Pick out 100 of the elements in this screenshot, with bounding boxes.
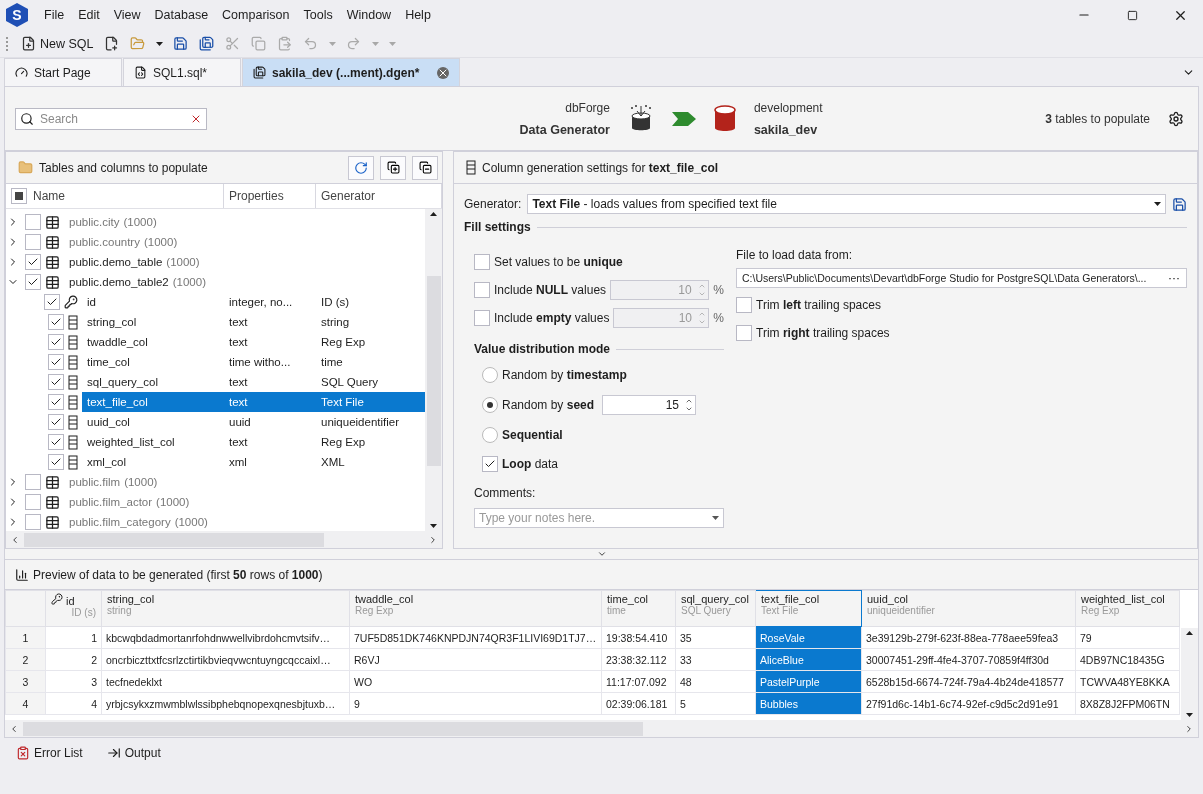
menu-item[interactable]: Edit [72,5,106,25]
generator-dropdown[interactable]: Text File - loads values from specified text file [527,194,1166,214]
checkbox[interactable] [44,294,60,310]
tree-row[interactable]: public.film (1000) [6,472,425,492]
scroll-down-icon[interactable] [430,524,437,528]
column-row[interactable]: weighted_list_col text Reg Exp [82,432,425,452]
column-header[interactable]: Generator [321,189,376,203]
tree-row[interactable]: text_file_col text Text File [6,392,425,412]
column-header[interactable]: time_col time [601,590,676,627]
column-row[interactable]: string_col text string [82,312,425,332]
column-header[interactable]: weighted_list_col Reg Exp [1075,590,1180,627]
scroll-right-icon[interactable] [428,534,438,545]
tree-row[interactable]: xml_col xml XML [6,452,425,472]
checkbox[interactable] [25,234,41,250]
tree-row[interactable]: time_col time witho... time [6,352,425,372]
menu-item[interactable]: File [38,5,71,25]
menu-item[interactable]: View [107,5,147,25]
checkbox[interactable] [25,514,41,530]
checkbox[interactable] [474,282,490,298]
radio-button[interactable] [482,397,498,413]
search-field[interactable]: Search [15,107,207,130]
column-row[interactable]: xml_col xml XML [82,452,425,472]
menu-item[interactable]: Database [148,5,215,25]
save-icon[interactable] [1172,196,1187,212]
close-icon[interactable] [437,66,449,79]
checkbox[interactable] [482,456,498,472]
checkbox[interactable] [25,254,41,270]
expand-all-button[interactable] [380,155,406,180]
checkbox[interactable] [25,214,41,230]
scroll-right-icon[interactable] [1184,723,1194,734]
tree-row[interactable]: uuid_col uuid uniqueidentifier [6,412,425,432]
checkbox[interactable] [474,310,490,326]
splitter-handle[interactable] [596,549,607,559]
tool-window-tab[interactable]: Output [106,746,161,760]
checkbox[interactable] [48,434,64,450]
tree-row[interactable]: sql_query_col text SQL Query [6,372,425,392]
column-row[interactable]: text_file_col text Text File [82,392,425,412]
column-header[interactable]: sql_query_col SQL Query [675,590,756,627]
collapse-all-button[interactable] [412,155,438,180]
checkbox[interactable] [48,454,64,470]
radio-button[interactable] [482,427,498,443]
number-field[interactable]: 15 [602,395,696,415]
checkbox[interactable] [25,474,41,490]
checkbox[interactable] [474,254,490,270]
scroll-up-icon[interactable] [430,212,437,216]
checkbox[interactable] [48,414,64,430]
tree-row[interactable]: public.city (1000) [6,212,425,232]
checkbox[interactable] [48,374,64,390]
column-row[interactable]: sql_query_col text SQL Query [82,372,425,392]
column-header[interactable]: text_file_col Text File [755,590,862,627]
refresh-button[interactable] [348,155,374,180]
tree-row[interactable]: id integer, no... ID (s) [6,292,425,312]
document-tab[interactable]: Start Page [4,58,122,86]
checkbox[interactable] [48,354,64,370]
column-row[interactable]: uuid_col uuid uniqueidentifier [82,412,425,432]
tree-row[interactable]: public.country (1000) [6,232,425,252]
new-sql-button[interactable]: New SQL [17,31,98,56]
menu-item[interactable]: Help [399,5,437,25]
menu-item[interactable]: Comparison [216,5,296,25]
column-header[interactable]: Properties [229,189,284,203]
file-path-field[interactable]: C:\Users\Public\Documents\Devart\dbForge Studio for PostgreSQL\Data Generators\... ··· [736,268,1187,288]
checkbox[interactable] [48,334,64,350]
checkbox[interactable] [25,274,41,290]
scroll-left-icon[interactable] [10,534,20,545]
column-row[interactable]: time_col time witho... time [82,352,425,372]
column-row[interactable]: id integer, no... ID (s) [82,292,425,312]
column-header[interactable]: string_col string [101,590,350,627]
tree-row[interactable]: public.film_category (1000) [6,512,425,532]
column-header[interactable]: id ID (s) [45,590,102,627]
tool-window-tab[interactable]: Error List [16,746,83,760]
horizontal-scrollbar[interactable] [5,720,1198,737]
horizontal-scrollbar[interactable] [6,531,442,548]
vertical-scrollbar[interactable] [425,209,442,531]
column-header[interactable]: Name [33,189,65,203]
tree-row[interactable]: twaddle_col text Reg Exp [6,332,425,352]
scroll-up-icon[interactable] [1186,631,1193,635]
tree-row[interactable]: weighted_list_col text Reg Exp [6,432,425,452]
tree-row[interactable]: public.film_actor (1000) [6,492,425,512]
tree-row[interactable]: public.demo_table2 (1000) [6,272,425,292]
menu-item[interactable]: Window [340,5,398,25]
scroll-left-icon[interactable] [9,723,19,734]
browse-button[interactable]: ··· [1162,271,1186,285]
checkbox[interactable] [48,394,64,410]
column-row[interactable]: twaddle_col text Reg Exp [82,332,425,352]
document-tab[interactable]: SQL1.sql* [123,58,241,86]
column-header[interactable]: uuid_col uniqueidentifier [861,590,1076,627]
document-tab[interactable]: sakila_dev (...ment).dgen* [242,58,460,86]
vertical-scrollbar[interactable] [1181,628,1198,720]
column-header[interactable]: twaddle_col Reg Exp [349,590,602,627]
checkbox[interactable] [736,297,752,313]
scroll-down-icon[interactable] [1186,713,1193,717]
checkbox[interactable] [736,325,752,341]
settings-icon[interactable] [1168,110,1184,127]
tree-row[interactable]: string_col text string [6,312,425,332]
checkbox[interactable] [48,314,64,330]
checkbox[interactable] [11,188,27,204]
menu-item[interactable]: Tools [297,5,339,25]
checkbox[interactable] [25,494,41,510]
radio-button[interactable] [482,367,498,383]
tree-row[interactable]: public.demo_table (1000) [6,252,425,272]
